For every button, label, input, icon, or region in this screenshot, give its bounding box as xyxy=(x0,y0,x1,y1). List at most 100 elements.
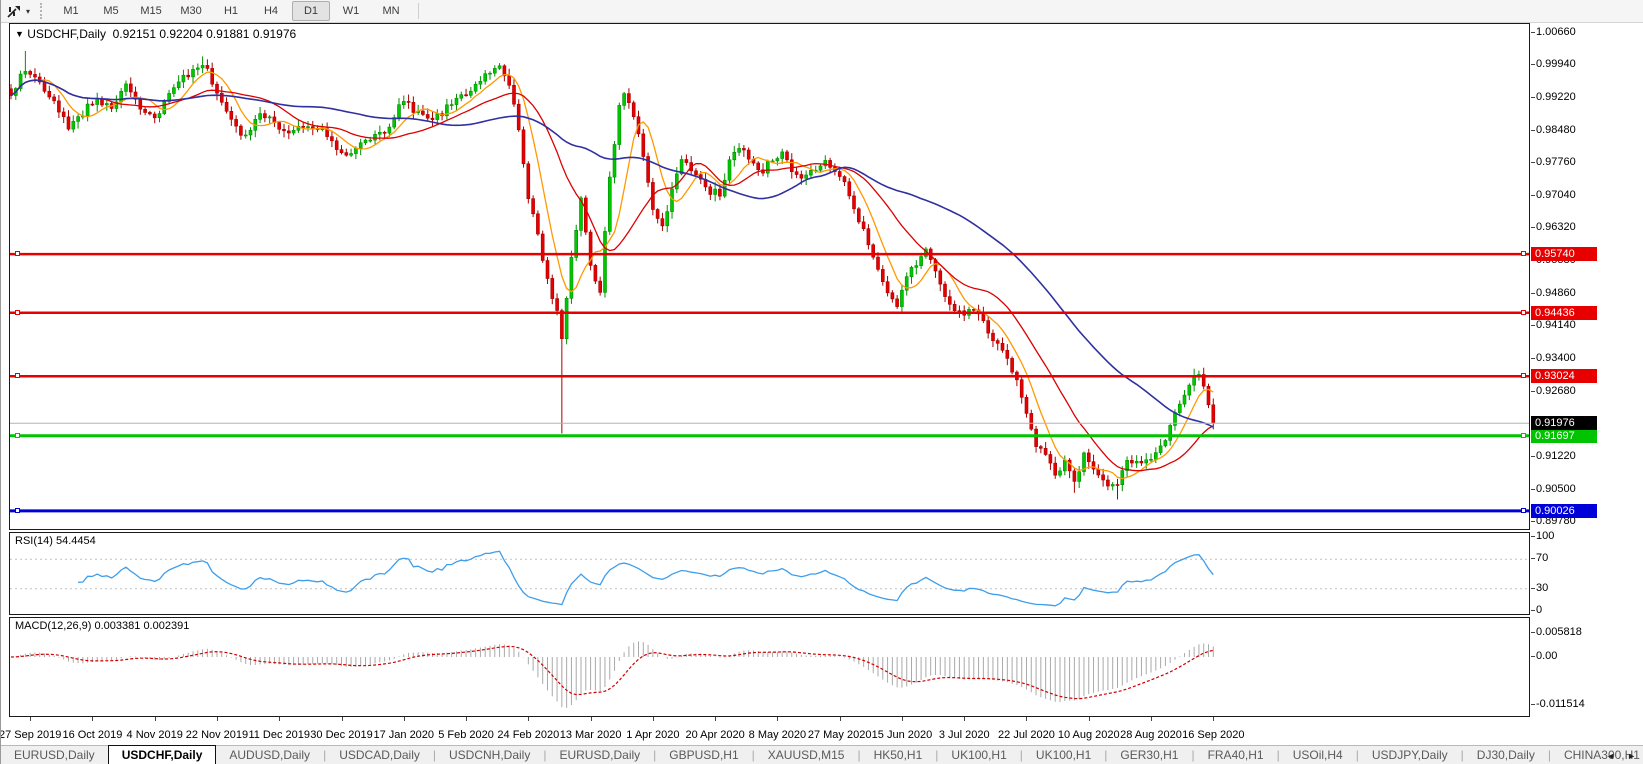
price-tag-0.93024[interactable]: 0.93024 xyxy=(1531,369,1597,384)
macd-pane[interactable]: MACD(12,26,9) 0.003381 0.002391 xyxy=(9,617,1530,717)
date-tick xyxy=(590,717,592,721)
price-tag-0.94436[interactable]: 0.94436 xyxy=(1531,305,1597,320)
rsi-chart-canvas[interactable] xyxy=(10,533,1529,614)
price-axis-label: 0.99940 xyxy=(1531,58,1576,71)
price-tag-0.90026[interactable]: 0.90026 xyxy=(1531,503,1597,518)
chart-title: ▼ USDCHF,Daily 0.92151 0.92204 0.91881 0… xyxy=(15,27,296,41)
timeframe-button-m1[interactable]: M1 xyxy=(52,1,90,21)
price-axis: 1.00660 0.99940 0.99220 0.98480 0.97760 0.970… xyxy=(1530,23,1643,720)
hline-handle[interactable] xyxy=(1521,432,1526,438)
date-label: 22 Nov 2019 xyxy=(185,729,249,741)
rsi-axis-label: 30 xyxy=(1530,581,1549,594)
date-label: 10 Aug 2020 xyxy=(1057,729,1120,741)
date-label: 11 Dec 2019 xyxy=(248,729,311,741)
date-tick xyxy=(839,717,841,721)
timeframe-button-d1[interactable]: D1 xyxy=(292,1,331,21)
price-tag-0.91697[interactable]: 0.91697 xyxy=(1531,428,1597,443)
date-label: 27 May 2020 xyxy=(807,729,872,741)
date-tick xyxy=(1088,717,1090,721)
date-label: 24 Feb 2020 xyxy=(497,729,560,741)
chart-tool-button[interactable]: ▾ xyxy=(1,0,36,22)
ohlc-low: 0.91881 xyxy=(206,27,250,41)
current-price-tag[interactable]: 0.91976 xyxy=(1531,416,1597,431)
macd-axis-label: 0.00 xyxy=(1530,650,1558,662)
rsi-pane[interactable]: RSI(14) 54.4454 xyxy=(9,532,1530,615)
timeframe-button-w1[interactable]: W1 xyxy=(332,1,370,21)
macd-label: MACD(12,26,9) 0.003381 0.002391 xyxy=(15,620,190,632)
price-axis-label: 0.96320 xyxy=(1531,221,1576,234)
tab-scroll-right-icon[interactable]: ► xyxy=(1627,751,1636,761)
macd-chart-canvas[interactable] xyxy=(10,618,1529,716)
timeframe-button-h1[interactable]: H1 xyxy=(212,1,250,21)
tab-dj30-daily[interactable]: DJ30,Daily xyxy=(1464,746,1548,764)
date-tick xyxy=(341,717,343,721)
date-label: 13 Mar 2020 xyxy=(559,729,622,741)
triangle-down-icon[interactable]: ▼ xyxy=(15,29,24,39)
date-tick xyxy=(279,717,281,721)
toolbar-separator xyxy=(418,3,420,19)
hline-handle[interactable] xyxy=(15,309,20,315)
timeframe-button-m15[interactable]: M15 xyxy=(132,1,170,21)
timeframe-buttons: M1 M5 M15 M30 H1 H4 D1 W1 MN xyxy=(52,1,410,21)
tab-xauusd-m15[interactable]: XAUUSD,M15 xyxy=(755,746,858,764)
tab-eurusd-daily[interactable]: EURUSD,Daily xyxy=(1,746,108,764)
hline-handle[interactable] xyxy=(1521,251,1526,257)
tab-usdchf-daily[interactable]: USDCHF,Daily xyxy=(107,745,217,764)
tab-usdcnh-daily[interactable]: USDCNH,Daily xyxy=(436,746,543,764)
date-tick xyxy=(403,717,405,721)
date-label: 27 Sep 2019 xyxy=(0,729,62,741)
hline-handle[interactable] xyxy=(1521,507,1526,513)
chart-tab-bar: EURUSD,Daily USDCHF,Daily AUDUSD,Daily | USD… xyxy=(1,745,1643,764)
hline-handle[interactable] xyxy=(15,507,20,513)
date-tick xyxy=(777,717,779,721)
tab-usdjpy-daily[interactable]: USDJPY,Daily xyxy=(1359,746,1461,764)
tab-uk100-h1[interactable]: UK100,H1 xyxy=(938,746,1019,764)
tab-ger30-h1[interactable]: GER30,H1 xyxy=(1107,746,1191,764)
date-tick xyxy=(528,717,530,721)
hline-handle[interactable] xyxy=(15,251,20,257)
date-tick xyxy=(652,717,654,721)
price-axis-label: 0.97760 xyxy=(1531,156,1576,169)
date-tick xyxy=(715,717,717,721)
price-axis-label: 0.94140 xyxy=(1531,319,1576,332)
hline-handle[interactable] xyxy=(15,432,20,438)
timeframe-button-m5[interactable]: M5 xyxy=(92,1,130,21)
tab-usdcad-daily[interactable]: USDCAD,Daily xyxy=(326,746,433,764)
chart-cursor-icon xyxy=(7,6,20,18)
date-label: 3 Jul 2020 xyxy=(938,729,990,741)
tab-gbpusd-h1[interactable]: GBPUSD,H1 xyxy=(656,746,751,764)
tab-eurusd-daily[interactable]: EURUSD,Daily xyxy=(546,746,653,764)
timeframe-button-m30[interactable]: M30 xyxy=(172,1,210,21)
tab-fra40-h1[interactable]: FRA40,H1 xyxy=(1195,746,1277,764)
hline-handle[interactable] xyxy=(15,373,20,379)
main-chart-pane[interactable]: ▼ USDCHF,Daily 0.92151 0.92204 0.91881 0… xyxy=(9,23,1530,530)
rsi-label: RSI(14) 54.4454 xyxy=(15,535,96,547)
tab-usoil-h4[interactable]: USOil,H4 xyxy=(1280,746,1356,764)
rsi-value: 54.4454 xyxy=(55,535,96,547)
hline-handle[interactable] xyxy=(1521,373,1526,379)
macd-axis-label: 0.005818 xyxy=(1531,625,1582,638)
date-tick xyxy=(216,717,218,721)
tab-uk100-h1[interactable]: UK100,H1 xyxy=(1023,746,1104,764)
timeframe-button-h4[interactable]: H4 xyxy=(252,1,290,21)
date-label: 5 Feb 2020 xyxy=(438,729,494,741)
tab-scroll-left-icon[interactable]: ◄ xyxy=(1606,751,1615,761)
ohlc-high: 0.92204 xyxy=(159,27,203,41)
timeframe-button-mn[interactable]: MN xyxy=(372,1,410,21)
hline-handle[interactable] xyxy=(1521,309,1526,315)
tab-hk50-h1[interactable]: HK50,H1 xyxy=(861,746,936,764)
date-label: 16 Oct 2019 xyxy=(62,729,123,741)
tab-audusd-daily[interactable]: AUDUSD,Daily xyxy=(216,746,323,764)
macd-main-value: 0.003381 xyxy=(94,620,141,632)
price-axis-label: 0.91220 xyxy=(1531,450,1576,463)
price-axis-label: 0.94860 xyxy=(1531,286,1576,299)
date-tick xyxy=(466,717,468,721)
rsi-axis-label: 70 xyxy=(1530,552,1549,565)
price-tag-0.95740[interactable]: 0.95740 xyxy=(1531,247,1597,262)
date-label: 15 Jun 2020 xyxy=(871,729,933,741)
toolbar-grip[interactable] xyxy=(40,3,46,19)
candlestick-chart-canvas[interactable] xyxy=(10,24,1529,529)
chevron-down-icon: ▾ xyxy=(26,6,31,16)
mt4-window: ▾ M1 M5 M15 M30 H1 H4 D1 W1 MN ▼ USDCHF,Daily 0.… xyxy=(0,0,1643,764)
date-axis: 27 Sep 2019 16 Oct 2019 4 Nov 2019 22 Nov 2… xyxy=(1,717,1643,745)
